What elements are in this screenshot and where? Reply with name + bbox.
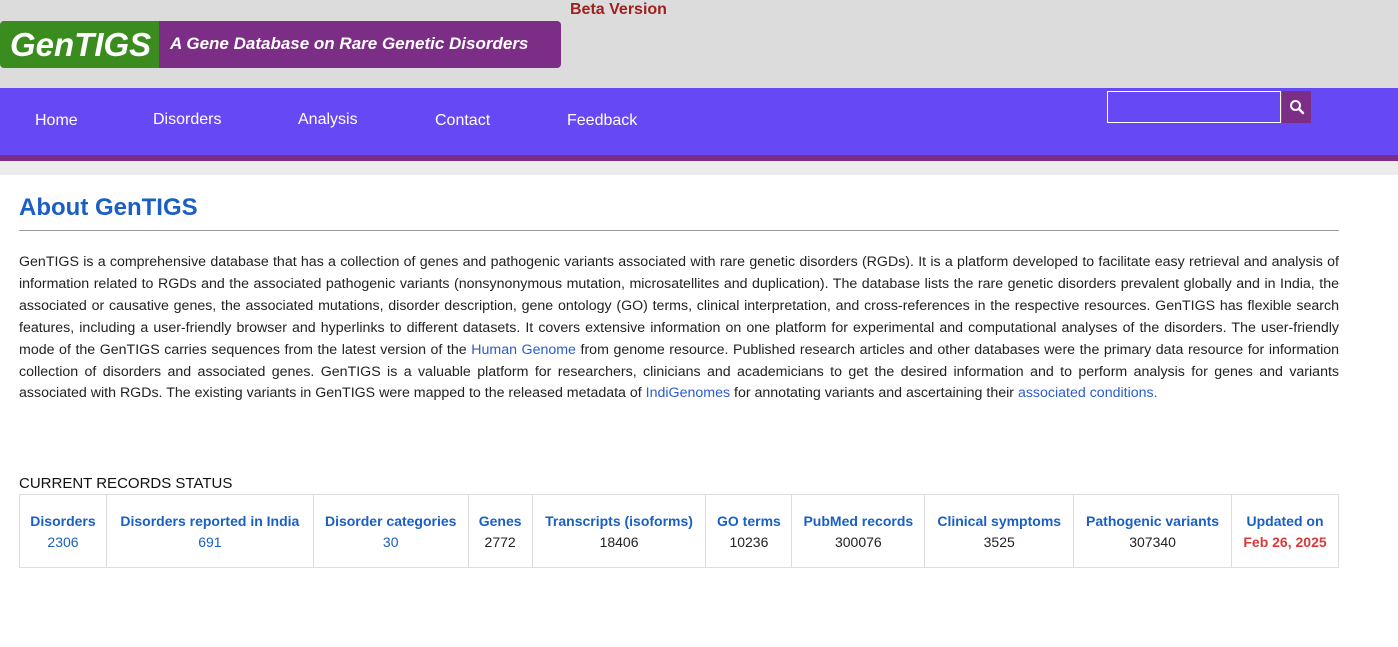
value-disorders[interactable]: 2306 xyxy=(19,530,107,568)
indigenomes-link[interactable]: IndiGenomes xyxy=(646,385,730,401)
col-header-clinical-symptoms[interactable]: Clinical symptoms xyxy=(924,494,1075,531)
value-go-terms: 10236 xyxy=(705,530,793,568)
table-header-row: Disorders Disorders reported in India Di… xyxy=(19,494,1339,531)
table-value-row: 2306 691 30 2772 18406 10236 300076 3525… xyxy=(19,530,1339,568)
nav-contact[interactable]: Contact xyxy=(435,112,490,130)
col-header-disorder-categories[interactable]: Disorder categories xyxy=(312,494,469,531)
value-updated-on: Feb 26, 2025 xyxy=(1231,530,1339,568)
value-clinical-symptoms: 3525 xyxy=(924,530,1075,568)
value-pubmed: 300076 xyxy=(791,530,926,568)
value-pathogenic-variants: 307340 xyxy=(1073,530,1233,568)
navbar-shadow-strip xyxy=(0,161,1398,175)
value-transcripts: 18406 xyxy=(531,530,707,568)
col-header-pathogenic-variants[interactable]: Pathogenic variants xyxy=(1073,494,1233,531)
associated-conditions-link[interactable]: associated conditions. xyxy=(1018,385,1158,401)
value-disorder-categories[interactable]: 30 xyxy=(312,530,469,568)
nav-disorders[interactable]: Disorders xyxy=(153,111,221,129)
col-header-go-terms[interactable]: GO terms xyxy=(705,494,793,531)
logo-name: GenTIGS xyxy=(0,21,159,68)
beta-version-label: Beta Version xyxy=(570,1,667,18)
col-header-transcripts[interactable]: Transcripts (isoforms) xyxy=(531,494,707,531)
col-header-updated-on: Updated on xyxy=(1231,494,1339,531)
col-header-pubmed[interactable]: PubMed records xyxy=(791,494,926,531)
col-header-genes[interactable]: Genes xyxy=(467,494,533,531)
nav-home[interactable]: Home xyxy=(35,112,78,130)
page-title: About GenTIGS xyxy=(19,194,198,221)
value-disorders-india[interactable]: 691 xyxy=(105,530,314,568)
nav-feedback[interactable]: Feedback xyxy=(567,112,637,130)
human-genome-link[interactable]: Human Genome xyxy=(471,342,576,358)
col-header-disorders-india[interactable]: Disorders reported in India xyxy=(105,494,314,531)
nav-analysis[interactable]: Analysis xyxy=(298,111,358,129)
records-status-table: Disorders Disorders reported in India Di… xyxy=(19,494,1339,568)
search-input[interactable] xyxy=(1107,91,1281,123)
search-icon xyxy=(1289,100,1304,115)
records-status-label: CURRENT RECORDS STATUS xyxy=(19,475,233,492)
value-genes: 2772 xyxy=(467,530,533,568)
about-text-3: for annotating variants and ascertaining… xyxy=(730,385,1018,402)
search-button[interactable] xyxy=(1282,91,1311,123)
about-paragraph: GenTIGS is a comprehensive database that… xyxy=(19,252,1339,405)
title-divider xyxy=(19,230,1339,231)
col-header-disorders[interactable]: Disorders xyxy=(19,494,107,531)
logo-tagline: A Gene Database on Rare Genetic Disorder… xyxy=(159,21,561,68)
site-logo[interactable]: GenTIGS A Gene Database on Rare Genetic … xyxy=(0,21,561,68)
